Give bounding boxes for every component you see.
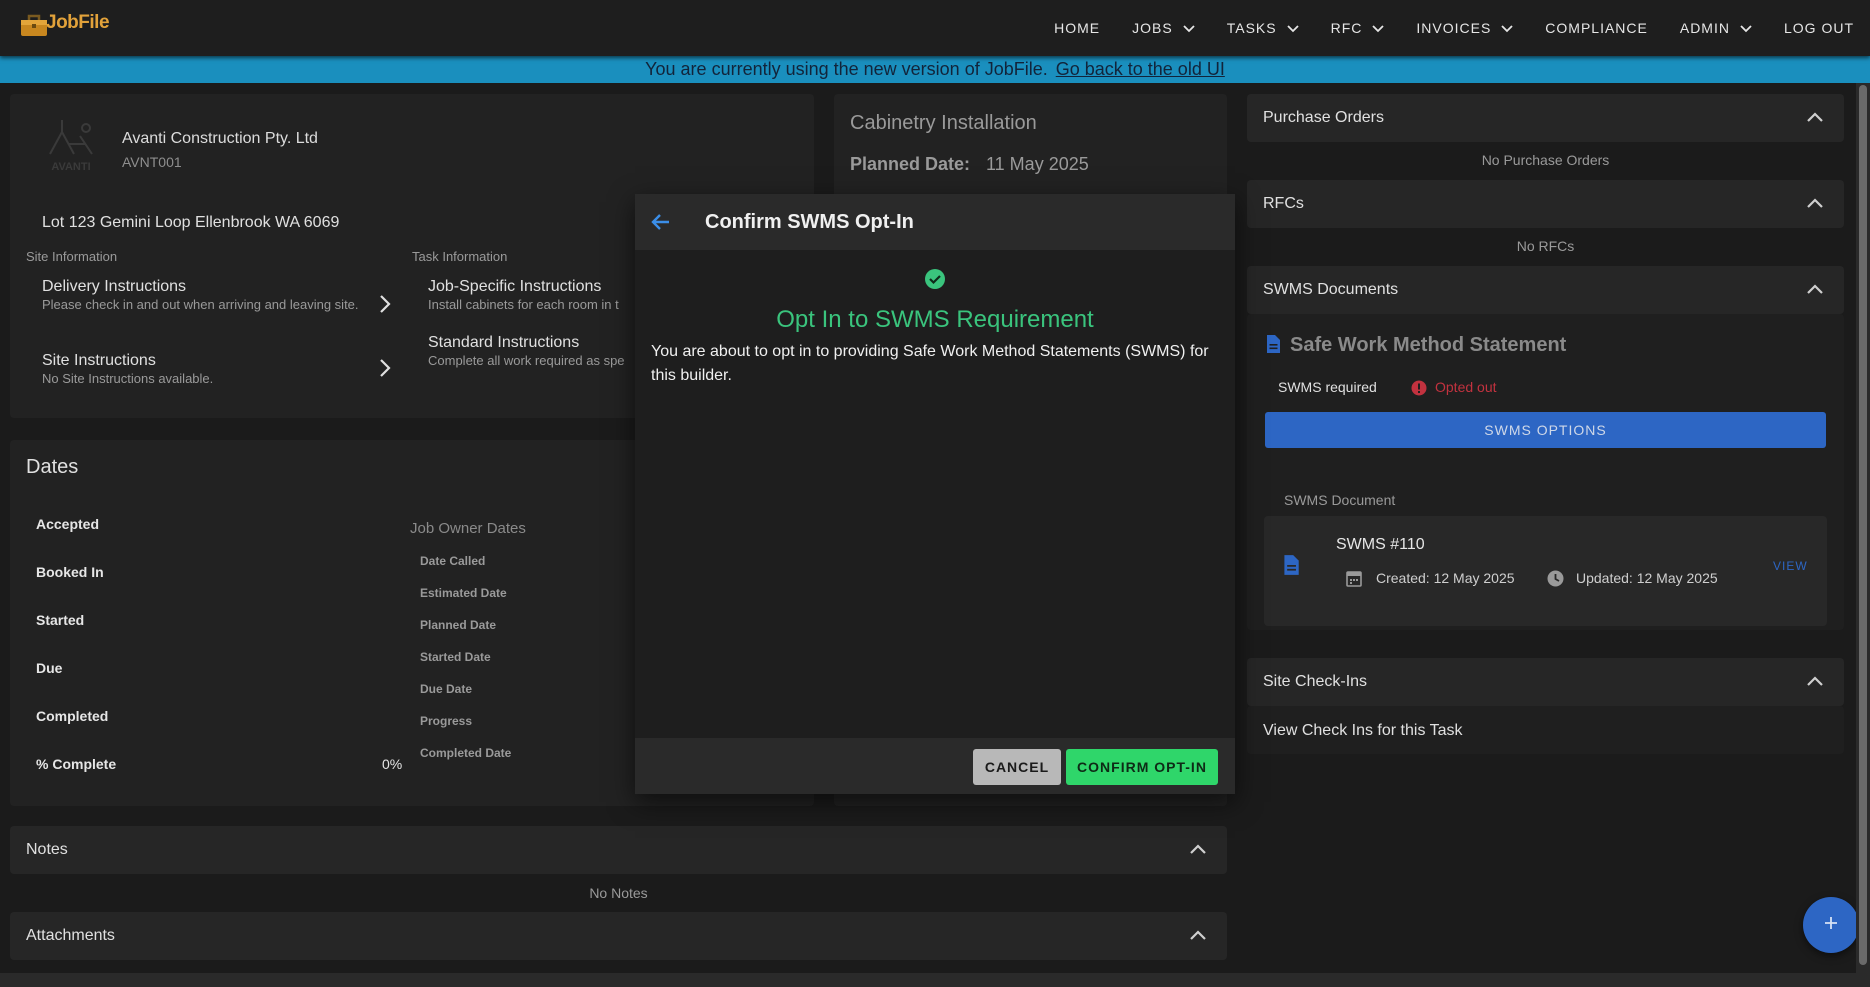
nav-jobs[interactable]: JOBS xyxy=(1116,0,1211,56)
nav-rfc[interactable]: RFC xyxy=(1315,0,1401,56)
plus-icon xyxy=(1823,915,1839,936)
chevron-down-icon xyxy=(1730,20,1752,36)
modal-header: Confirm SWMS Opt-In xyxy=(635,194,1235,250)
nav-label: LOG OUT xyxy=(1783,20,1854,36)
nav-label: ADMIN xyxy=(1679,20,1730,36)
nav-label: COMPLIANCE xyxy=(1545,20,1648,36)
modal-body: You are about to opt in to providing Saf… xyxy=(651,343,1209,384)
top-navbar: JobFile HOME JOBS TASKS RFC INVOICES COMPLIAN… xyxy=(0,0,1870,56)
back-arrow-icon[interactable] xyxy=(651,212,671,237)
nav-label: TASKS xyxy=(1226,20,1277,36)
confirm-opt-in-button[interactable]: CONFIRM OPT-IN xyxy=(1066,749,1218,785)
nav-label: INVOICES xyxy=(1416,20,1492,36)
nav-tasks[interactable]: TASKS xyxy=(1211,0,1315,56)
nav-compliance[interactable]: COMPLIANCE xyxy=(1529,0,1664,56)
cancel-button[interactable]: CANCEL xyxy=(973,749,1061,785)
nav-menu: HOME JOBS TASKS RFC INVOICES COMPLIANCE ADMIN L… xyxy=(1038,0,1870,56)
chevron-down-icon xyxy=(1362,20,1385,36)
nav-admin[interactable]: ADMIN xyxy=(1664,0,1768,56)
nav-home[interactable]: HOME xyxy=(1038,0,1116,56)
chevron-down-icon xyxy=(1277,20,1299,36)
chevron-down-icon xyxy=(1173,20,1195,36)
modal-title: Confirm SWMS Opt-In xyxy=(705,211,914,233)
chevron-down-icon xyxy=(1491,20,1513,36)
modal-headline: Opt In to SWMS Requirement xyxy=(776,306,1094,333)
check-circle-icon xyxy=(924,268,946,295)
nav-label: RFC xyxy=(1330,20,1363,36)
add-fab-button[interactable] xyxy=(1803,897,1859,953)
modal-footer: CANCEL CONFIRM OPT-IN xyxy=(635,738,1235,794)
logo-text: JobFile xyxy=(46,12,110,33)
app-logo[interactable]: JobFile xyxy=(18,8,110,38)
nav-invoices[interactable]: INVOICES xyxy=(1400,0,1529,56)
nav-label: JOBS xyxy=(1132,20,1173,36)
nav-label: HOME xyxy=(1054,20,1101,36)
horizontal-scrollbar[interactable] xyxy=(0,973,1870,987)
toolbox-icon xyxy=(18,8,48,38)
vertical-scrollbar[interactable] xyxy=(1856,83,1870,973)
nav-log-out[interactable]: LOG OUT xyxy=(1768,0,1870,56)
confirm-swms-modal: Confirm SWMS Opt-In Opt In to SWMS Requi… xyxy=(635,194,1235,794)
